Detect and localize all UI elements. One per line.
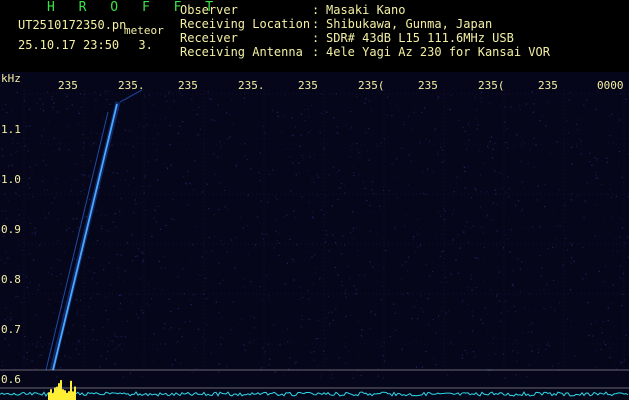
x-tick-label: 235 xyxy=(58,79,78,92)
x-tick-label: 0000 xyxy=(597,79,624,92)
y-tick-label: 1.0 xyxy=(1,173,21,186)
info-colon: : xyxy=(312,3,320,17)
detection-tag: meteor xyxy=(124,24,164,37)
info-value: Shibukawa, Gunma, Japan xyxy=(326,17,493,31)
info-key: Receiving Antenna xyxy=(180,45,303,59)
x-tick-label: 235 xyxy=(298,79,318,92)
status-value: 3. xyxy=(138,38,153,52)
datetime-label: 25.10.17 23:50 3. xyxy=(18,38,153,52)
info-key: Observer xyxy=(180,3,238,17)
y-tick-label: 0.7 xyxy=(1,323,21,336)
y-tick-label: 0.8 xyxy=(1,273,21,286)
info-value: SDR# 43dB L15 111.6MHz USB xyxy=(326,31,514,45)
info-value: Masaki Kano xyxy=(326,3,406,17)
datetime-value: 25.10.17 23:50 xyxy=(18,38,120,52)
y-tick-label: 0.9 xyxy=(1,223,21,236)
x-tick-label: 235( xyxy=(478,79,505,92)
x-tick-label: 235 xyxy=(178,79,198,92)
x-tick-label: 235. xyxy=(118,79,145,92)
info-key: Receiver xyxy=(180,31,238,45)
x-tick-label: 235. xyxy=(238,79,265,92)
spectrogram-panel: kHz 1.1 1.0 0.9 0.8 0.7 0.6 235 235. 235… xyxy=(0,72,629,400)
x-tick-label: 235 xyxy=(538,79,558,92)
info-row-receiver: Receiver: SDR# 43dB L15 111.6MHz USB xyxy=(180,31,550,45)
y-axis-unit: kHz xyxy=(1,72,21,85)
x-tick-label: 235 xyxy=(418,79,438,92)
header-panel: H R O F F T UT2510172350.pn meteor 25.10… xyxy=(0,0,629,72)
info-colon: : xyxy=(312,31,320,45)
spectrogram-canvas xyxy=(0,72,629,400)
info-key: Receiving Location xyxy=(180,17,311,31)
info-row-antenna: Receiving Antenna:4ele Yagi Az 230 for K… xyxy=(180,45,550,59)
info-value: 4ele Yagi Az 230 for Kansai VOR xyxy=(326,45,550,59)
info-colon: : xyxy=(312,45,320,59)
y-tick-label: 0.6 xyxy=(1,373,21,386)
info-colon: : xyxy=(312,17,320,31)
station-info: Observer: Masaki Kano Receiving Location:… xyxy=(180,3,550,59)
x-tick-label: 235( xyxy=(358,79,385,92)
spectrogram-background xyxy=(0,72,629,400)
filename-label: UT2510172350.pn xyxy=(18,18,127,32)
info-row-location: Receiving Location: Shibukawa, Gunma, Jap… xyxy=(180,17,550,31)
info-row-observer: Observer: Masaki Kano xyxy=(180,3,550,17)
y-tick-label: 1.1 xyxy=(1,123,21,136)
